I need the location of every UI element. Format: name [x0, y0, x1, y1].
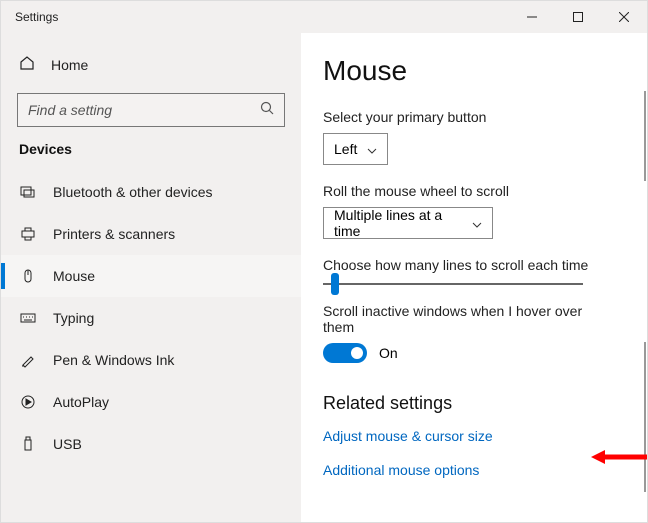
sidebar-item-autoplay[interactable]: AutoPlay — [1, 381, 301, 423]
autoplay-icon — [19, 393, 37, 411]
home-nav[interactable]: Home — [1, 47, 301, 83]
scroll-inactive-label: Scroll inactive windows when I hover ove… — [323, 303, 617, 335]
related-settings-header: Related settings — [323, 393, 617, 414]
sidebar-item-label: Pen & Windows Ink — [53, 352, 174, 368]
page-title: Mouse — [323, 55, 617, 87]
sidebar-item-usb[interactable]: USB — [1, 423, 301, 465]
home-icon — [19, 55, 35, 76]
wheel-select[interactable]: Multiple lines at a time — [323, 207, 493, 239]
home-label: Home — [51, 57, 88, 73]
category-title: Devices — [1, 141, 301, 157]
sidebar-item-printers[interactable]: Printers & scanners — [1, 213, 301, 255]
sidebar-item-mouse[interactable]: Mouse — [1, 255, 301, 297]
select-value: Multiple lines at a time — [334, 207, 462, 239]
lines-slider[interactable] — [323, 283, 583, 285]
chevron-down-icon — [367, 141, 377, 157]
chevron-down-icon — [472, 215, 482, 231]
search-input-wrap[interactable] — [17, 93, 285, 127]
app-title: Settings — [15, 10, 509, 24]
sidebar-item-pen[interactable]: Pen & Windows Ink — [1, 339, 301, 381]
link-additional-options[interactable]: Additional mouse options — [323, 462, 617, 478]
search-input[interactable] — [28, 102, 260, 118]
bluetooth-icon — [19, 183, 37, 201]
search-icon — [260, 101, 274, 120]
scroll-inactive-toggle[interactable] — [323, 343, 367, 363]
scrollbar[interactable] — [644, 91, 646, 181]
sidebar-item-label: Printers & scanners — [53, 226, 175, 242]
scrollbar[interactable] — [644, 342, 646, 492]
arrow-annotation — [591, 447, 647, 467]
select-value: Left — [334, 141, 357, 157]
printer-icon — [19, 225, 37, 243]
link-adjust-cursor[interactable]: Adjust mouse & cursor size — [323, 428, 617, 444]
close-button[interactable] — [601, 1, 647, 33]
content-pane: Mouse Select your primary button Left Ro… — [301, 33, 647, 522]
maximize-button[interactable] — [555, 1, 601, 33]
primary-button-select[interactable]: Left — [323, 133, 388, 165]
slider-thumb[interactable] — [331, 273, 339, 295]
minimize-button[interactable] — [509, 1, 555, 33]
keyboard-icon — [19, 309, 37, 327]
sidebar-item-label: USB — [53, 436, 82, 452]
sidebar: Home Devices Bluetooth & other devices P… — [1, 33, 301, 522]
sidebar-item-label: Mouse — [53, 268, 95, 284]
mouse-icon — [19, 267, 37, 285]
wheel-label: Roll the mouse wheel to scroll — [323, 183, 617, 199]
pen-icon — [19, 351, 37, 369]
toggle-state: On — [379, 345, 398, 361]
sidebar-item-bluetooth[interactable]: Bluetooth & other devices — [1, 171, 301, 213]
sidebar-item-label: Typing — [53, 310, 94, 326]
sidebar-item-label: Bluetooth & other devices — [53, 184, 213, 200]
usb-icon — [19, 435, 37, 453]
sidebar-item-label: AutoPlay — [53, 394, 109, 410]
primary-button-label: Select your primary button — [323, 109, 617, 125]
sidebar-item-typing[interactable]: Typing — [1, 297, 301, 339]
titlebar: Settings — [1, 1, 647, 33]
lines-label: Choose how many lines to scroll each tim… — [323, 257, 617, 273]
